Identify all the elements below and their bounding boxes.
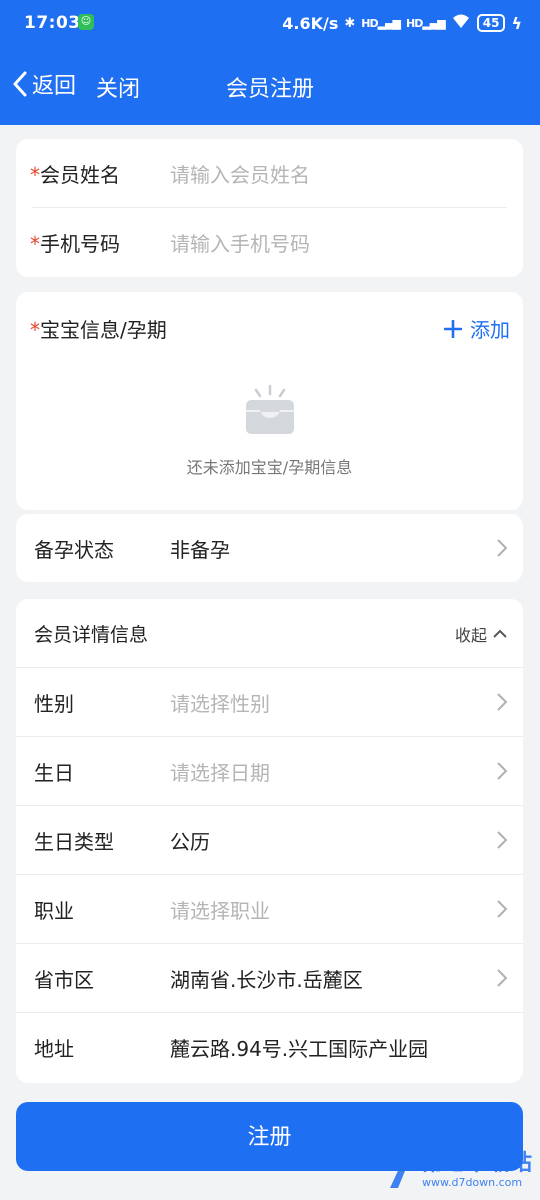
member-name-label: 会员姓名 (40, 163, 120, 187)
watermark-logo-icon (383, 1154, 412, 1188)
collapse-label: 收起 (454, 625, 487, 645)
pregnancy-status-label: 备孕状态 (34, 537, 114, 562)
signal-icon-2: HD▂▄▆ (406, 16, 446, 30)
required-mark: * (30, 163, 40, 187)
details-header: 会员详情信息 收起 (16, 599, 523, 668)
watermark-title: 第七下载站 (421, 1150, 532, 1176)
header-bar: 17:03 ☺ 4.6K/s ✱ HD▂▄▆ HD▂▄▆ 45 ϟ 返回 关闭 … (0, 0, 540, 125)
add-label: 添加 (470, 318, 510, 342)
region-label: 省市区 (34, 968, 94, 992)
birthday-type-row[interactable]: 生日类型 公历 (16, 806, 523, 875)
empty-box-icon (246, 384, 294, 434)
nav-bar: 返回 关闭 会员注册 (0, 62, 540, 116)
birthday-select[interactable]: 请选择日期 (170, 757, 270, 786)
member-name-input[interactable]: 请输入会员姓名 (170, 159, 310, 188)
required-mark: * (30, 232, 40, 256)
occupation-row[interactable]: 职业 请选择职业 (16, 875, 523, 944)
region-row[interactable]: 省市区 湖南省.长沙市.岳麓区 (16, 944, 523, 1013)
address-input[interactable]: 麓云路.94号.兴工国际产业园 (170, 1033, 428, 1062)
required-mark: * (30, 318, 40, 342)
page-title: 会员注册 (225, 77, 314, 102)
occupation-select[interactable]: 请选择职业 (170, 895, 270, 924)
app-notification-icon: ☺ (78, 14, 94, 30)
birthday-type-value: 公历 (170, 830, 210, 854)
chevron-right-icon (497, 693, 507, 711)
details-title: 会员详情信息 (34, 624, 149, 646)
watermark-url: www.d7down.com (421, 1175, 523, 1189)
signal-icon-1: HD▂▄▆ (361, 16, 401, 30)
birthday-type-label: 生日类型 (34, 830, 114, 854)
collapse-button[interactable]: 收起 (455, 622, 507, 646)
pregnancy-status-value: 非备孕 (170, 537, 230, 562)
birthday-row[interactable]: 生日 请选择日期 (16, 737, 523, 806)
status-indicators: 4.6K/s ✱ HD▂▄▆ HD▂▄▆ 45 ϟ (282, 13, 522, 33)
birthday-label: 生日 (34, 761, 74, 785)
watermark: 第七下载站 www.d7down.com (380, 1150, 532, 1190)
status-bar: 17:03 ☺ 4.6K/s ✱ HD▂▄▆ HD▂▄▆ 45 ϟ (0, 0, 540, 46)
charging-icon: ϟ (511, 13, 522, 33)
chevron-right-icon (497, 762, 507, 780)
region-value: 湖南省.长沙市.岳麓区 (170, 968, 363, 992)
phone-label: 手机号码 (40, 232, 120, 256)
pregnancy-status-row[interactable]: 备孕状态 非备孕 (16, 514, 523, 582)
member-details-card: 会员详情信息 收起 性别 请选择性别 生日 请选择日期 生日类型 公历 职业 请… (16, 599, 523, 1083)
baby-info-label: 宝宝信息/孕期 (40, 318, 167, 342)
basic-info-card: *会员姓名 请输入会员姓名 *手机号码 请输入手机号码 (16, 139, 523, 277)
address-row[interactable]: 地址 麓云路.94号.兴工国际产业园 (16, 1013, 523, 1082)
chevron-right-icon (497, 831, 507, 849)
add-baby-button[interactable]: 添加 (444, 314, 510, 343)
chevron-right-icon (497, 539, 507, 557)
plus-icon (444, 319, 462, 338)
baby-info-card: *宝宝信息/孕期 添加 还未添加宝宝/孕期信息 (16, 292, 523, 510)
gender-row[interactable]: 性别 请选择性别 (16, 668, 523, 737)
pregnancy-status-card: 备孕状态 非备孕 (16, 514, 523, 582)
occupation-label: 职业 (34, 899, 74, 923)
chevron-right-icon (497, 969, 507, 987)
gender-select[interactable]: 请选择性别 (170, 688, 270, 717)
bluetooth-icon: ✱ (344, 15, 356, 31)
phone-row[interactable]: *手机号码 请输入手机号码 (16, 208, 523, 277)
member-name-row[interactable]: *会员姓名 请输入会员姓名 (16, 139, 523, 208)
address-label: 地址 (34, 1037, 74, 1061)
battery-icon: 45 (476, 14, 506, 32)
phone-input[interactable]: 请输入手机号码 (170, 228, 310, 257)
chevron-right-icon (497, 900, 507, 918)
wifi-icon (451, 13, 471, 33)
status-time: 17:03 (24, 13, 81, 33)
empty-state-text: 还未添加宝宝/孕期信息 (186, 458, 353, 477)
gender-label: 性别 (34, 692, 74, 716)
chevron-up-icon (493, 629, 507, 638)
network-speed: 4.6K/s (282, 13, 339, 33)
